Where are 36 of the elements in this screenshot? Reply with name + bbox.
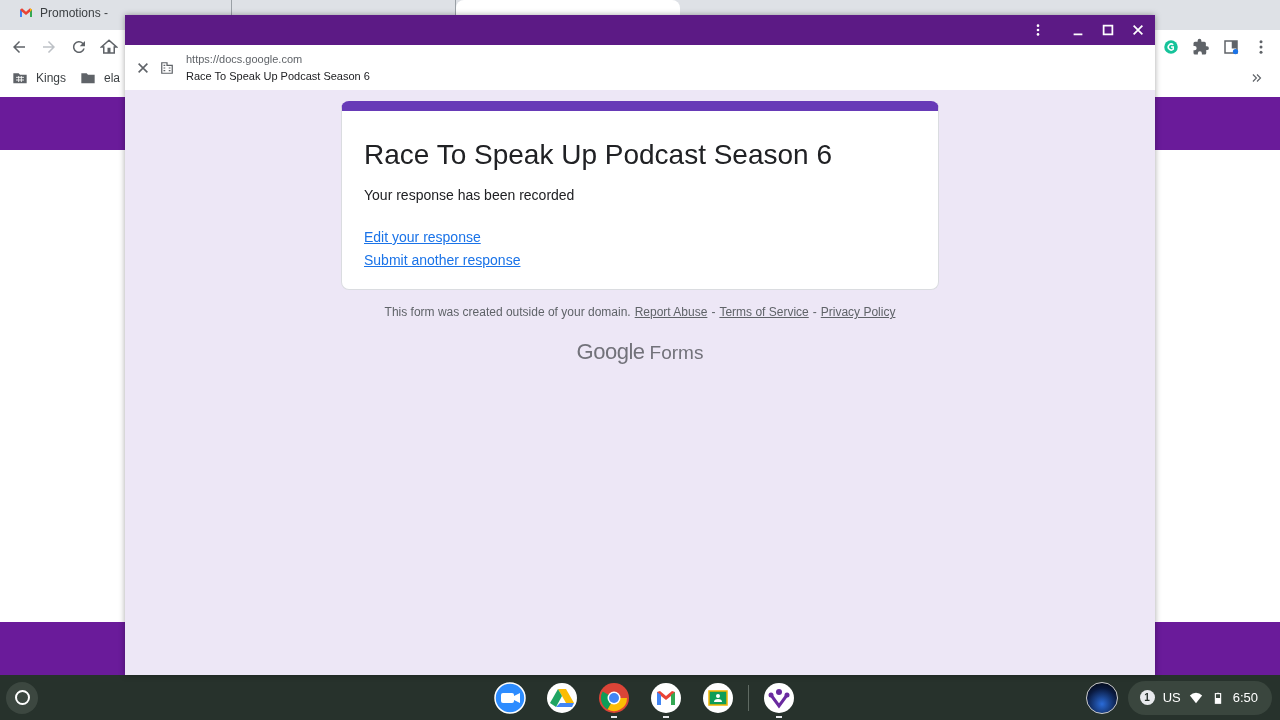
envelope-icon[interactable] xyxy=(650,681,682,714)
form-link[interactable]: Edit your response xyxy=(364,229,481,245)
avatar[interactable] xyxy=(1085,681,1118,714)
status-tray[interactable]: 1 US 6:50 xyxy=(1127,680,1272,715)
puzzle-icon[interactable] xyxy=(1192,38,1210,56)
video-camera-icon[interactable] xyxy=(494,681,526,714)
home-icon[interactable] xyxy=(100,38,118,56)
sidebar-icon[interactable] xyxy=(1222,38,1240,56)
form-title: Race To Speak Up Podcast Season 6 xyxy=(364,138,833,172)
folder-icon xyxy=(12,70,28,86)
form-link[interactable]: Submit another response xyxy=(364,252,521,268)
bookmark[interactable]: ela xyxy=(80,70,121,86)
footer-note: This form was created outside of your domain. xyxy=(384,305,631,319)
close-icon[interactable] xyxy=(136,60,150,75)
maximize-icon[interactable] xyxy=(1101,23,1115,37)
page-title: Race To Speak Up Podcast Season 6 xyxy=(186,70,370,82)
innerview-icon[interactable] xyxy=(763,681,795,714)
separator: - xyxy=(711,305,716,319)
wifi-icon xyxy=(1188,690,1203,705)
chrome-icon[interactable] xyxy=(598,681,630,714)
chalkboard-icon[interactable] xyxy=(702,681,734,714)
footer-link[interactable]: Privacy Policy xyxy=(820,305,896,319)
footer-link[interactable]: Report Abuse xyxy=(634,305,708,319)
tab-title: Promotions - xyxy=(40,6,109,20)
folder-icon xyxy=(80,70,97,86)
reload-icon[interactable] xyxy=(70,38,88,56)
separator: - xyxy=(812,305,817,319)
footer-link[interactable]: Terms of Service xyxy=(719,305,809,319)
google-forms-logo: Google Forms xyxy=(576,339,704,365)
building-icon xyxy=(160,60,174,75)
bookmark[interactable]: Kings xyxy=(12,70,67,86)
launcher-button[interactable] xyxy=(6,681,38,714)
confirmation-message: Your response has been recorded xyxy=(364,187,576,203)
url-text: https://docs.google.com xyxy=(186,53,304,65)
close-icon[interactable] xyxy=(1131,23,1145,37)
chevron-icon[interactable] xyxy=(1250,71,1264,85)
